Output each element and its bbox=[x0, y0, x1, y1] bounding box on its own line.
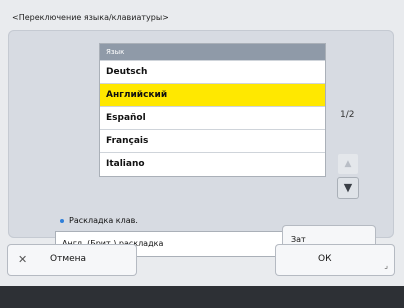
corner-indicator-icon: ⌟ bbox=[384, 261, 388, 270]
footer-bar bbox=[0, 286, 404, 308]
language-list: Язык Deutsch Английский Español Français… bbox=[100, 44, 325, 176]
language-item-italiano[interactable]: Italiano bbox=[100, 152, 325, 175]
scroll-up-button[interactable]: ▲ bbox=[338, 154, 358, 174]
language-item-english-selected[interactable]: Английский bbox=[100, 83, 325, 106]
dialog-title: <Переключение языка/клавиатуры> bbox=[12, 13, 169, 22]
close-icon: ✕ bbox=[18, 253, 28, 266]
settings-panel: Язык Deutsch Английский Español Français… bbox=[8, 30, 394, 257]
ok-button[interactable]: ОК ⌟ bbox=[276, 245, 394, 275]
up-arrow-icon: ▲ bbox=[344, 159, 352, 169]
language-item-espanol[interactable]: Español bbox=[100, 106, 325, 129]
bullet-icon bbox=[60, 218, 64, 223]
page-indicator: 1/2 bbox=[340, 110, 355, 120]
language-list-header: Язык bbox=[100, 44, 325, 60]
scroll-down-button[interactable]: ▼ bbox=[338, 178, 358, 198]
down-arrow-icon: ▼ bbox=[343, 181, 353, 194]
language-item-francais[interactable]: Français bbox=[100, 129, 325, 152]
ok-label: ОК bbox=[318, 254, 332, 264]
cancel-button[interactable]: ✕ Отмена bbox=[8, 245, 136, 275]
cancel-label: Отмена bbox=[50, 254, 87, 264]
keyboard-select-label: Зат bbox=[291, 235, 306, 244]
language-item-deutsch[interactable]: Deutsch bbox=[100, 60, 325, 83]
keyboard-layout-label: Раскладка клав. bbox=[60, 216, 138, 225]
